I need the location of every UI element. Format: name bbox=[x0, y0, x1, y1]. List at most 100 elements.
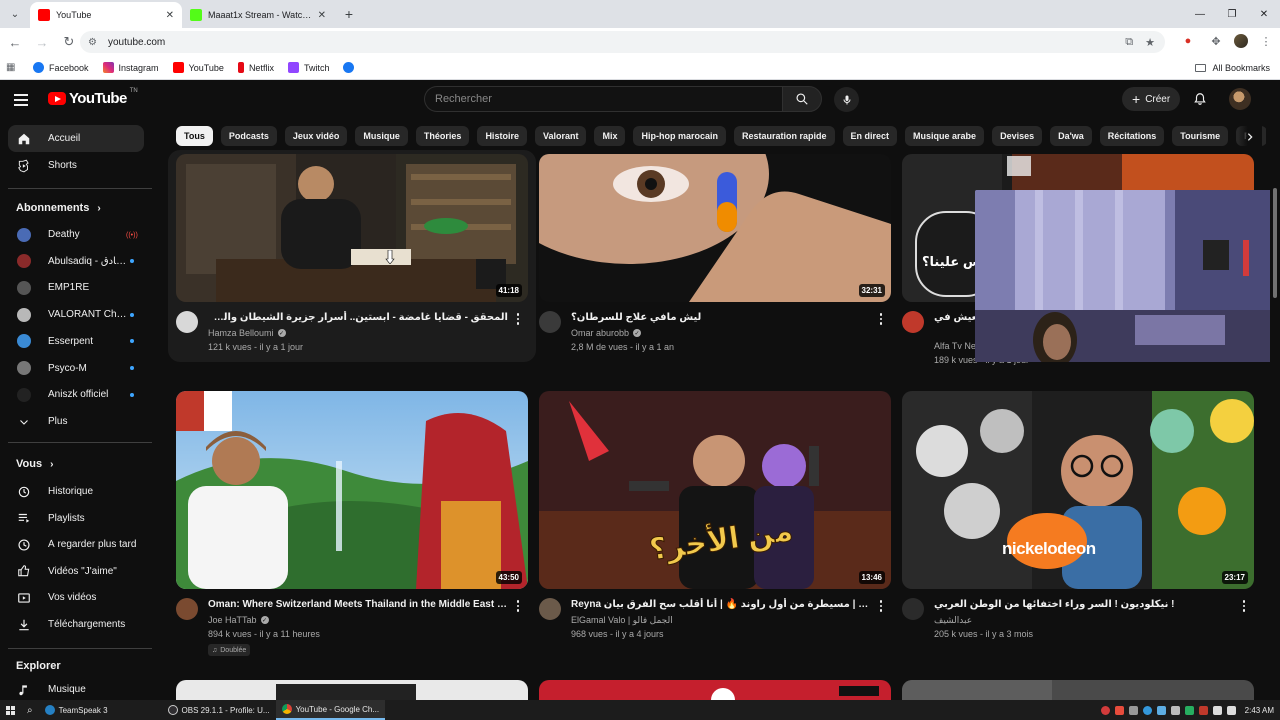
video-title[interactable]: Oman: Where Switzerland Meets Thailand i… bbox=[208, 598, 508, 612]
video-title[interactable]: Reyna مسيطرة من أول راوند 🔥 | أنا أقلب س… bbox=[571, 598, 871, 612]
extensions-puzzle-icon[interactable]: ✥ bbox=[1206, 31, 1226, 51]
close-tab-icon[interactable]: ✕ bbox=[166, 10, 174, 21]
filter-chip[interactable]: Musique bbox=[355, 126, 408, 146]
channel-avatar[interactable] bbox=[902, 311, 924, 333]
video-card[interactable]: 43:50 Oman: Where Switzerland Meets Thai… bbox=[176, 391, 528, 661]
bookmark-youtube[interactable]: YouTube bbox=[166, 58, 231, 78]
page-scrollbar[interactable] bbox=[1270, 120, 1280, 700]
video-menu-icon[interactable] bbox=[875, 311, 887, 327]
wifi-icon[interactable] bbox=[1212, 705, 1222, 715]
sidebar-subscription-item[interactable]: EMP1RE bbox=[8, 274, 144, 301]
you-heading[interactable]: Vous › bbox=[16, 458, 53, 470]
bookmark-instagram[interactable]: Instagram bbox=[96, 58, 166, 78]
filter-chip[interactable]: Tous bbox=[176, 126, 213, 146]
sidebar-item-history[interactable]: Historique bbox=[8, 478, 144, 505]
filter-chip[interactable]: Da'wa bbox=[1050, 126, 1092, 146]
filter-chip[interactable]: Jeux vidéo bbox=[284, 126, 348, 146]
address-bar[interactable]: ⚙ youtube.com ⧉ ★ bbox=[80, 31, 1165, 53]
video-card[interactable]: 32:31 ليش مافي علاج للسرطان؟ Omar aburob… bbox=[539, 154, 891, 359]
reload-icon[interactable]: ↻ bbox=[57, 30, 81, 54]
site-info-icon[interactable]: ⚙ bbox=[88, 36, 100, 48]
back-icon[interactable]: ← bbox=[3, 30, 27, 54]
all-bookmarks[interactable]: All Bookmarks bbox=[1195, 56, 1270, 80]
sidebar-subscription-item[interactable]: Psyco-M bbox=[8, 355, 144, 382]
video-thumbnail[interactable]: 41:18 bbox=[176, 154, 528, 302]
channel-avatar[interactable] bbox=[176, 598, 198, 620]
video-card[interactable]: من الأخر؟ 13:46 Reyna مسيطرة من أول راون… bbox=[539, 391, 891, 641]
taskbar-item-chrome[interactable]: YouTube - Google Ch... bbox=[275, 700, 386, 720]
taskbar-search-icon[interactable]: ⌕ bbox=[21, 700, 39, 720]
profile-avatar[interactable] bbox=[1234, 34, 1248, 48]
forward-icon[interactable]: → bbox=[30, 30, 54, 54]
taskbar-item-teamspeak[interactable]: TeamSpeak 3 bbox=[39, 700, 114, 720]
video-menu-icon[interactable] bbox=[512, 311, 524, 327]
bookmark-facebook[interactable]: Facebook bbox=[26, 58, 96, 78]
apps-grid-icon[interactable]: ▦ bbox=[6, 62, 26, 73]
video-thumbnail[interactable] bbox=[539, 680, 891, 700]
video-title[interactable]: المحقق - قضايا غامضة - ابستين.. أسرار جز… bbox=[208, 311, 508, 325]
filter-chip[interactable]: Podcasts bbox=[220, 126, 277, 146]
video-card[interactable]: nickelodeon 23:17 نيكلوديون ! السر وراء … bbox=[902, 391, 1254, 641]
tray-app-icon[interactable] bbox=[1128, 705, 1138, 715]
account-avatar[interactable] bbox=[1229, 88, 1251, 110]
tray-app-icon[interactable] bbox=[1156, 705, 1166, 715]
sidebar-item-playlists[interactable]: Playlists bbox=[8, 505, 144, 532]
filter-chip[interactable]: Histoire bbox=[477, 126, 527, 146]
video-card[interactable]: 41:18 المحقق - قضايا غامضة - ابستين.. أس… bbox=[176, 154, 528, 359]
bookmark-twitch[interactable]: Twitch bbox=[281, 58, 337, 78]
video-thumbnail[interactable]: nickelodeon 23:17 bbox=[902, 391, 1254, 589]
close-window-icon[interactable]: ✕ bbox=[1248, 0, 1280, 28]
voice-search-button[interactable] bbox=[834, 87, 859, 112]
taskbar-clock[interactable]: 2:43 AM bbox=[1245, 706, 1274, 715]
tab-search-icon[interactable]: ⌄ bbox=[4, 3, 26, 25]
notifications-bell-icon[interactable] bbox=[1190, 89, 1210, 109]
filter-chip[interactable]: Tourisme bbox=[1172, 126, 1229, 146]
filter-chip[interactable]: Mix bbox=[594, 126, 626, 146]
filter-chip[interactable]: Théories bbox=[415, 126, 470, 146]
tray-app-icon[interactable] bbox=[1142, 705, 1152, 715]
close-tab-icon[interactable]: ✕ bbox=[318, 10, 326, 21]
sidebar-subscription-item[interactable]: Abulsadiq - الصادق bbox=[8, 248, 144, 275]
new-tab-button[interactable]: + bbox=[338, 3, 360, 25]
bookmark-star-icon[interactable]: ★ bbox=[1145, 36, 1155, 49]
sidebar-item-more[interactable]: Plus bbox=[8, 408, 144, 435]
tray-app-icon[interactable] bbox=[1198, 705, 1208, 715]
channel-avatar[interactable] bbox=[539, 598, 561, 620]
video-thumbnail[interactable] bbox=[176, 680, 528, 700]
sidebar-item-watch-later[interactable]: À regarder plus tard bbox=[8, 531, 144, 558]
tray-app-icon[interactable] bbox=[1100, 705, 1110, 715]
browser-menu-icon[interactable]: ⋮ bbox=[1256, 31, 1276, 51]
sidebar-subscription-item[interactable]: Aniszk officiel bbox=[8, 381, 144, 408]
sidebar-item-home[interactable]: Accueil bbox=[8, 125, 144, 152]
filter-chip[interactable]: Hip-hop marocain bbox=[633, 126, 726, 146]
restore-icon[interactable]: ❐ bbox=[1216, 0, 1248, 28]
hamburger-menu-icon[interactable] bbox=[14, 90, 34, 110]
channel-avatar[interactable] bbox=[176, 311, 198, 333]
video-thumbnail[interactable] bbox=[902, 680, 1254, 700]
video-thumbnail[interactable]: 32:31 bbox=[539, 154, 891, 302]
volume-icon[interactable] bbox=[1226, 705, 1236, 715]
sidebar-item-your-videos[interactable]: Vos vidéos bbox=[8, 584, 144, 611]
create-button[interactable]: + Créer bbox=[1122, 87, 1181, 111]
filter-chip[interactable]: Restauration rapide bbox=[734, 126, 835, 146]
filter-chip[interactable]: Devises bbox=[992, 126, 1043, 146]
channel-name[interactable]: عبدالشيف bbox=[934, 615, 972, 626]
filter-chip[interactable]: En direct bbox=[842, 126, 898, 146]
start-button[interactable] bbox=[0, 700, 21, 720]
channel-avatar[interactable] bbox=[539, 311, 561, 333]
subscriptions-heading[interactable]: Abonnements › bbox=[16, 202, 101, 214]
sidebar-item-shorts[interactable]: Shorts bbox=[8, 152, 144, 179]
search-button[interactable] bbox=[782, 86, 822, 112]
video-menu-icon[interactable] bbox=[875, 598, 887, 614]
chips-next-button[interactable] bbox=[1238, 126, 1262, 148]
install-app-icon[interactable]: ⧉ bbox=[1125, 36, 1133, 49]
channel-avatar[interactable] bbox=[902, 598, 924, 620]
taskbar-item-obs[interactable]: OBS 29.1.1 - Profile: U... bbox=[162, 700, 276, 720]
bookmark-netflix[interactable]: Netflix bbox=[231, 58, 281, 78]
tray-app-icon[interactable] bbox=[1170, 705, 1180, 715]
sidebar-item-download[interactable]: Téléchargements bbox=[8, 611, 144, 638]
video-thumbnail[interactable]: من الأخر؟ 13:46 bbox=[539, 391, 891, 589]
extension-icon[interactable]: ● bbox=[1178, 31, 1198, 51]
bookmark-facebook-2[interactable] bbox=[336, 58, 361, 78]
sidebar-subscription-item[interactable]: Deathy ((•)) bbox=[8, 221, 144, 248]
